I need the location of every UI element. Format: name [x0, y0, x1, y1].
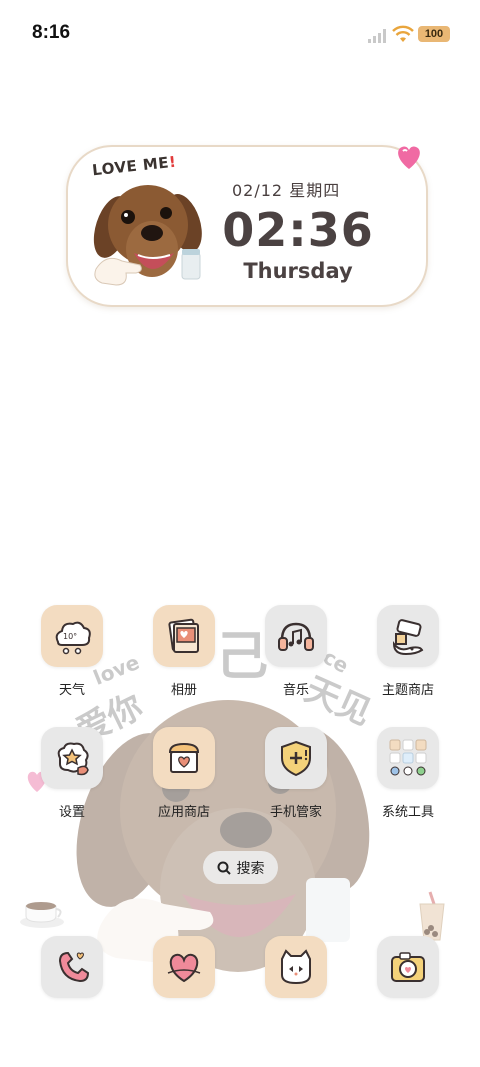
- weather-cloud-icon: 10°: [41, 605, 103, 667]
- app-label: 应用商店: [157, 805, 210, 820]
- app-label: 音乐: [282, 683, 309, 698]
- camera-heart-icon: [377, 936, 439, 998]
- search-button[interactable]: 搜索: [203, 851, 278, 884]
- wifi-icon: [392, 25, 414, 42]
- folder-grid-icon: [377, 727, 439, 789]
- app-label: 系统工具: [381, 805, 434, 820]
- dock-camera[interactable]: [363, 936, 453, 998]
- app-app-store[interactable]: 应用商店: [139, 727, 229, 820]
- dock-messages[interactable]: [139, 936, 229, 998]
- cat-face-icon: [265, 936, 327, 998]
- signal-icon: [368, 29, 386, 43]
- widget-time: 02:36: [222, 203, 374, 257]
- widget-date: 02/12 星期四: [232, 181, 341, 200]
- app-music[interactable]: 音乐: [251, 605, 341, 698]
- app-phone-manager[interactable]: 手机管家: [251, 727, 341, 820]
- dock-browser[interactable]: [251, 936, 341, 998]
- app-label: 天气: [58, 683, 85, 698]
- heart-chat-icon: [153, 936, 215, 998]
- app-label: 手机管家: [269, 805, 322, 820]
- music-note-icon: [265, 605, 327, 667]
- status-time: 8:16: [32, 22, 71, 43]
- battery-icon: 100: [418, 26, 450, 42]
- app-label: 相册: [170, 683, 197, 698]
- status-bar: 8:16 100: [0, 0, 480, 68]
- settings-star-icon: [41, 727, 103, 789]
- clock-widget[interactable]: LOVE ME! 02/12 星期四 02:36 Thursday: [66, 145, 428, 307]
- photo-album-icon: [153, 605, 215, 667]
- bubble-tea-icon: [419, 891, 445, 941]
- widget-weekday: Thursday: [243, 259, 353, 283]
- shield-plus-icon: [265, 727, 327, 789]
- app-theme-store[interactable]: 主题商店: [363, 605, 453, 698]
- app-label: 主题商店: [381, 683, 434, 698]
- app-weather[interactable]: 10° 天气: [27, 605, 117, 698]
- phone-heart-icon: [41, 936, 103, 998]
- svg-text:10°: 10°: [63, 632, 77, 641]
- search-label: 搜索: [236, 860, 265, 877]
- heart-icon: [398, 146, 420, 169]
- paint-brush-icon: [377, 605, 439, 667]
- app-system-tools[interactable]: 系统工具: [363, 727, 453, 820]
- app-settings[interactable]: 设置: [27, 727, 117, 820]
- store-heart-icon: [153, 727, 215, 789]
- dock-phone[interactable]: [27, 936, 117, 998]
- search-icon: [217, 861, 231, 875]
- app-gallery[interactable]: 相册: [139, 605, 229, 698]
- coffee-cup-icon: [20, 902, 64, 928]
- app-label: 设置: [58, 805, 85, 820]
